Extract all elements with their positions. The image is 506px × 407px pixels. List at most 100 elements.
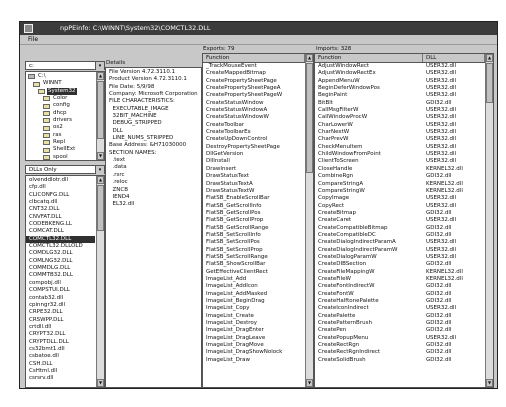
export-item[interactable]: ImageList_DragEnter (203, 327, 304, 334)
import-row[interactable]: CompareStringW KERNEL32.dll (315, 188, 484, 195)
file-list-item[interactable]: CRSWPP.DLL (26, 317, 95, 324)
export-item[interactable]: FlatSB_ShowScrollBar (203, 261, 304, 268)
export-item[interactable]: ImageList_AddMasked (203, 291, 304, 298)
import-row[interactable]: CallWindowProcW USER32.dll (315, 114, 484, 121)
export-item[interactable]: ImageList_DragShowNolock (203, 349, 304, 356)
import-row[interactable]: CompareStringA KERNEL32.dll (315, 181, 484, 188)
import-row[interactable]: CreateRectRgn GDI32.dll (315, 342, 484, 349)
import-row[interactable]: CombineRgn GDI32.dll (315, 173, 484, 180)
directory-item[interactable]: spool (26, 154, 95, 160)
export-item[interactable]: ImageList_DragMove (203, 342, 304, 349)
scroll-thumb[interactable] (97, 185, 104, 231)
import-row[interactable]: CloseHandle KERNEL32.dll (315, 166, 484, 173)
export-item[interactable]: _TrackMouseEvent (203, 63, 304, 70)
file-list-item[interactable]: COMCAT.DLL (26, 228, 95, 235)
export-item[interactable]: GetEffectiveClientRect (203, 269, 304, 276)
file-list-item[interactable]: COMCTL32.DLLOLD (26, 243, 95, 250)
file-list-item[interactable]: cs32bmt1.dll (26, 346, 95, 353)
file-list-item[interactable]: COMMTB32.DLL (26, 272, 95, 279)
scroll-thumb[interactable] (306, 63, 313, 173)
exports-col-function[interactable]: Function (203, 54, 305, 62)
import-row[interactable]: CreateFontIndirectW GDI32.dll (315, 283, 484, 290)
import-row[interactable]: CreateDialogParamW USER32.dll (315, 254, 484, 261)
file-list-item[interactable]: COMPSTUI.DLL (26, 287, 95, 294)
file-list-item[interactable]: CLICONFG.DLL (26, 192, 95, 199)
imports-scrollbar[interactable]: ▲ ▼ (485, 54, 493, 387)
directory-item[interactable]: WINNT (26, 80, 95, 87)
import-row[interactable]: BitBlt GDI32.dll (315, 100, 484, 107)
import-row[interactable]: CreateCompatibleBitmap GDI32.dll (315, 225, 484, 232)
import-row[interactable]: AdjustWindowRectEx USER32.dll (315, 70, 484, 77)
directory-item[interactable]: drivers (26, 117, 95, 124)
import-row[interactable]: AppendMenuW USER32.dll (315, 78, 484, 85)
import-row[interactable]: CreateIconIndirect USER32.dll (315, 305, 484, 312)
file-list-item[interactable]: cfp.dll (26, 184, 95, 191)
export-item[interactable]: CreateStatusWindowW (203, 114, 304, 121)
title-bar[interactable]: npPEinfo: C:\WINNT\System32\COMCTL32.DLL (20, 22, 497, 35)
export-item[interactable]: ImageList_AddIcon (203, 283, 304, 290)
export-item[interactable]: FlatSB_GetScrollInfo (203, 203, 304, 210)
file-list-item[interactable]: csbatoe.dll (26, 353, 95, 360)
menu-file[interactable]: File (28, 36, 38, 43)
scroll-thumb[interactable] (97, 81, 104, 139)
file-list-item[interactable]: COMCTL32.DLL (26, 235, 95, 244)
file-list-item[interactable]: CRYPTDLL.DLL (26, 339, 95, 346)
export-item[interactable]: CreateMappedBitmap (203, 70, 304, 77)
file-list-item[interactable]: cpinngr32.dll (26, 302, 95, 309)
directory-item[interactable]: dhcp (26, 110, 95, 117)
imports-col-dll[interactable]: DLL (423, 54, 485, 62)
import-row[interactable]: CreateDialogIndirectParamW USER32.dll (315, 247, 484, 254)
directory-item[interactable]: Color (26, 95, 95, 102)
directory-item[interactable]: os2 (26, 124, 95, 131)
export-item[interactable]: ImageList_Copy (203, 305, 304, 312)
import-row[interactable]: BeginDeferWindowPos USER32.dll (315, 85, 484, 92)
file-list-item[interactable]: COMMDLG.DLL (26, 265, 95, 272)
import-row[interactable]: ClientToScreen USER32.dll (315, 158, 484, 165)
scroll-up-icon[interactable]: ▲ (97, 176, 104, 184)
import-row[interactable]: CreateCaret USER32.dll (315, 217, 484, 224)
file-list-item[interactable]: CNVFAT.DLL (26, 214, 95, 221)
export-item[interactable]: DrawStatusTextA (203, 181, 304, 188)
export-item[interactable]: ImageList_Draw (203, 357, 304, 364)
file-list-item[interactable]: CsHtml.dll (26, 368, 95, 375)
export-item[interactable]: DrawStatusText (203, 173, 304, 180)
export-item[interactable]: CreatePropertySheetPageA (203, 85, 304, 92)
export-item[interactable]: CreateUpDownControl (203, 136, 304, 143)
file-list-item[interactable]: contab32.dll (26, 295, 95, 302)
import-row[interactable]: CreateRectRgnIndirect GDI32.dll (315, 349, 484, 356)
exports-list[interactable]: Function _TrackMouseEvent CreateMappedBit… (202, 53, 314, 388)
file-list-item[interactable]: COMLNG32.DLL (26, 258, 95, 265)
drive-select[interactable]: c: ▾ (25, 61, 105, 70)
export-item[interactable]: DestroyPropertySheetPage (203, 144, 304, 151)
scroll-down-icon[interactable]: ▼ (97, 152, 104, 160)
import-row[interactable]: CreateDIBSection GDI32.dll (315, 261, 484, 268)
file-filter-select[interactable]: DLLs Only ▾ (25, 165, 105, 174)
export-item[interactable]: CreateToolbarEx (203, 129, 304, 136)
export-item[interactable]: CreatePropertySheetPageW (203, 92, 304, 99)
export-item[interactable]: CreateStatusWindowA (203, 107, 304, 114)
scroll-up-icon[interactable]: ▲ (97, 72, 104, 80)
directory-item[interactable]: config (26, 102, 95, 109)
import-row[interactable]: CheckMenuItem USER32.dll (315, 144, 484, 151)
file-list-item[interactable]: COMDLG32.DLL (26, 250, 95, 257)
directory-tree[interactable]: C:\ WINNT System32 Color config dhcp drivers os… (25, 71, 105, 161)
export-item[interactable]: CreatePropertySheetPage (203, 78, 304, 85)
import-row[interactable]: CreateDialogIndirectParamA USER32.dll (315, 239, 484, 246)
export-item[interactable]: FlatSB_SetScrollPos (203, 239, 304, 246)
export-item[interactable]: ImageList_BeginDrag (203, 298, 304, 305)
scroll-down-icon[interactable]: ▼ (306, 379, 313, 387)
file-list-item[interactable]: CNT32.DLL (26, 206, 95, 213)
export-item[interactable]: ImageList_DragLeave (203, 335, 304, 342)
file-list-item[interactable]: CSH.DLL (26, 361, 95, 368)
import-row[interactable]: CreateBitmap GDI32.dll (315, 210, 484, 217)
import-row[interactable]: ChildWindowFromPoint USER32.dll (315, 151, 484, 158)
file-list-scrollbar[interactable]: ▲ ▼ (96, 176, 104, 387)
export-item[interactable]: FlatSB_EnableScrollBar (203, 195, 304, 202)
file-list-item[interactable]: CRPE32.DLL (26, 309, 95, 316)
import-row[interactable]: CharPrevW USER32.dll (315, 136, 484, 143)
scroll-thumb[interactable] (486, 63, 493, 103)
import-row[interactable]: BeginPaint USER32.dll (315, 92, 484, 99)
directory-item[interactable]: ras (26, 132, 95, 139)
export-item[interactable]: FlatSB_SetScrollInfo (203, 232, 304, 239)
export-item[interactable]: FlatSB_GetScrollPos (203, 210, 304, 217)
